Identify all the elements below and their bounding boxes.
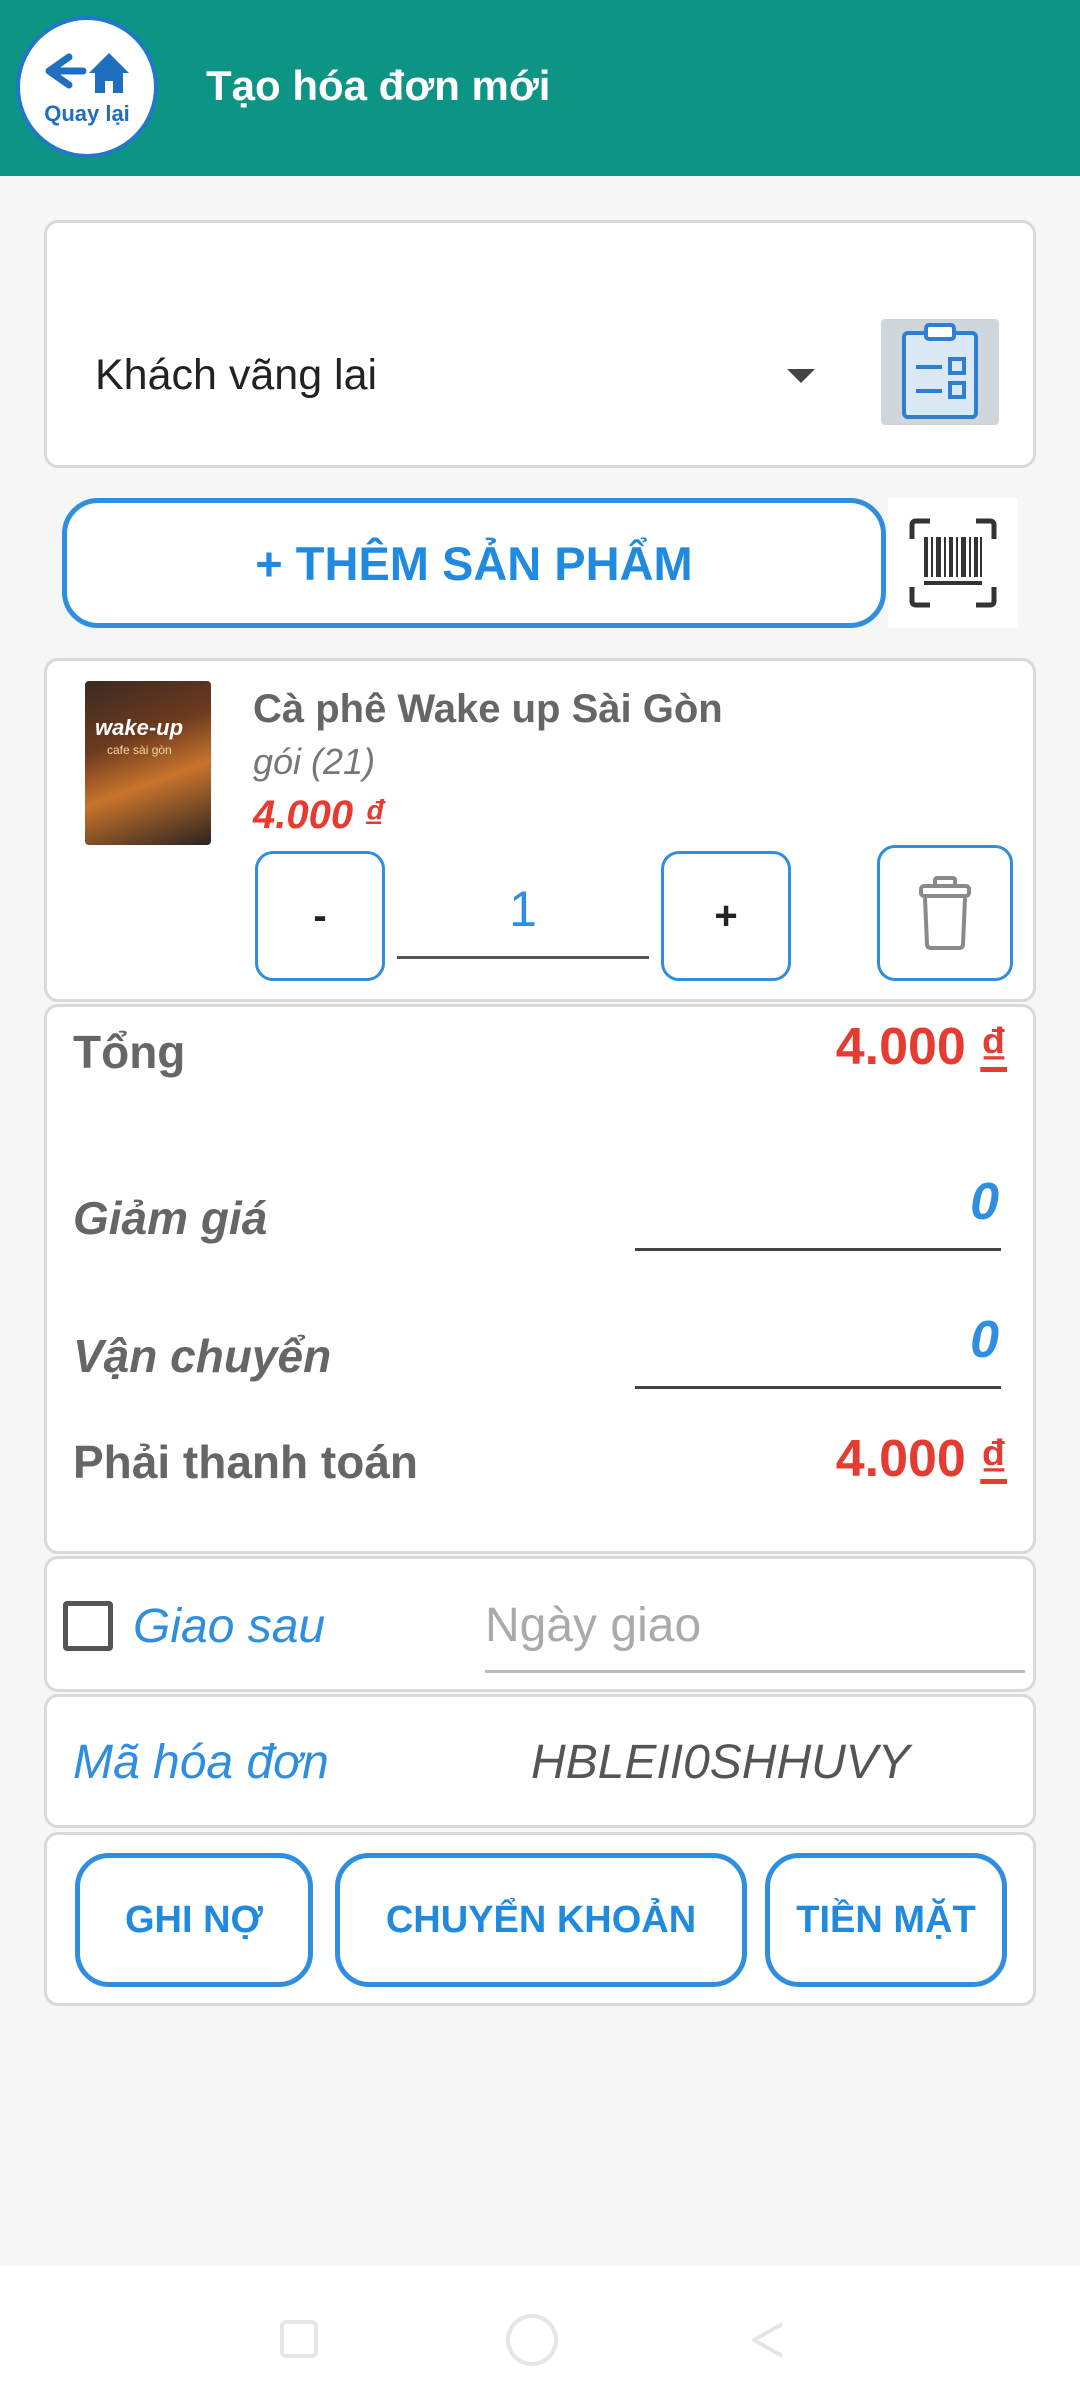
total-currency: ₫ <box>980 1018 1007 1076</box>
product-image-brand: wake-up <box>95 715 184 740</box>
bank-transfer-button[interactable]: CHUYỂN KHOẢN <box>335 1853 747 1987</box>
shipping-label: Vận chuyển <box>73 1330 332 1382</box>
total-value: 4.000 <box>835 1018 966 1076</box>
debt-button[interactable]: GHI NỢ <box>75 1853 313 1987</box>
barcode-scan-button[interactable] <box>888 498 1018 628</box>
page-title: Tạo hóa đơn mới <box>206 62 551 109</box>
product-name: Cà phê Wake up Sài Gòn <box>253 687 723 731</box>
app-header: Quay lại Tạo hóa đơn mới <box>0 0 1080 176</box>
customer-select[interactable]: Khách vãng lai <box>95 351 377 400</box>
payment-card: GHI NỢ CHUYỂN KHOẢN TIỀN MẶT <box>44 1832 1036 2006</box>
summary-card: Tổng 4.000 ₫ Giảm giá Vận chuyển Phải th… <box>44 1004 1036 1554</box>
customer-list-button[interactable] <box>881 319 999 425</box>
system-nav-bar <box>0 2266 1080 2400</box>
shipping-input[interactable] <box>635 1293 1001 1389</box>
dropdown-arrow-icon[interactable] <box>787 369 815 383</box>
payable-value: 4.000 <box>835 1430 966 1488</box>
discount-label: Giảm giá <box>73 1192 268 1244</box>
back-label: Quay lại <box>44 101 130 126</box>
payable-currency: ₫ <box>980 1430 1007 1488</box>
trash-icon <box>919 876 971 950</box>
quantity-input[interactable] <box>397 861 649 959</box>
delivery-date-input[interactable] <box>485 1581 1025 1673</box>
barcode-scan-icon <box>909 518 997 608</box>
invoice-code-label: Mã hóa đơn <box>73 1736 329 1789</box>
nav-home-icon[interactable] <box>506 2314 558 2366</box>
product-unit: gói (21) <box>253 741 376 782</box>
product-image-sub: cafe sài gòn <box>107 743 172 757</box>
discount-input[interactable] <box>635 1155 1001 1251</box>
quantity-decrease-button[interactable]: - <box>255 851 385 981</box>
total-amount: 4.000 ₫ <box>836 1017 1007 1077</box>
invoice-card: Mã hóa đơn HBLEII0SHHUVY <box>44 1694 1036 1828</box>
quantity-increase-button[interactable]: + <box>661 851 791 981</box>
payable-amount: 4.000 ₫ <box>836 1429 1007 1489</box>
clipboard-list-icon <box>902 323 978 419</box>
deliver-later-label[interactable]: Giao sau <box>133 1599 325 1654</box>
deliver-later-checkbox[interactable] <box>63 1601 113 1651</box>
nav-recents-icon[interactable] <box>280 2320 318 2358</box>
product-price: 4.000 ₫ <box>253 793 385 837</box>
invoice-code-value: HBLEII0SHHUVY <box>531 1736 910 1789</box>
payable-label: Phải thanh toán <box>73 1436 418 1488</box>
back-home-icon <box>45 53 129 93</box>
cart-item: wake-up cafe sài gòn Cà phê Wake up Sài … <box>44 658 1036 1002</box>
delete-item-button[interactable] <box>877 845 1013 981</box>
cash-button[interactable]: TIỀN MẶT <box>765 1853 1007 1987</box>
product-image: wake-up cafe sài gòn <box>85 681 211 845</box>
delivery-card: Giao sau <box>44 1556 1036 1692</box>
total-label: Tổng <box>73 1026 186 1078</box>
add-product-button[interactable]: + THÊM SẢN PHẨM <box>62 498 886 628</box>
nav-back-icon[interactable] <box>746 2318 790 2362</box>
back-button[interactable]: Quay lại <box>16 16 158 158</box>
customer-card: Khách vãng lai <box>44 220 1036 468</box>
